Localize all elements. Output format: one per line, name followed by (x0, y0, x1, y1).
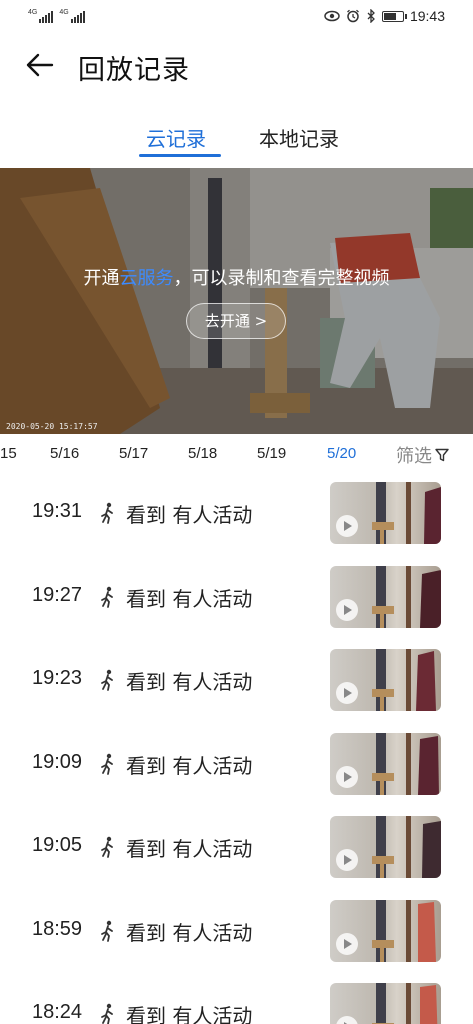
activate-service-button[interactable]: 去开通 > (186, 303, 286, 339)
bluetooth-icon (367, 9, 375, 23)
signal-group: 4G 4G (28, 9, 85, 23)
date-item[interactable]: 5/18 (188, 445, 217, 462)
cloud-service-message: 开通云服务，可以录制和查看完整视频 (0, 264, 473, 290)
event-time: 19:23 (32, 667, 83, 689)
event-row[interactable]: 19:27 看到 有人活动 (0, 566, 473, 630)
status-icons: 19:43 (324, 8, 445, 24)
message-prefix: 开通 (83, 268, 120, 289)
person-walking-icon (101, 920, 113, 942)
event-description: 看到 有人活动 (126, 1004, 253, 1024)
event-time: 18:59 (32, 918, 83, 940)
play-icon (336, 682, 358, 704)
event-thumbnail[interactable] (330, 900, 441, 962)
network-type: 4G (59, 9, 69, 16)
battery-icon (381, 10, 407, 22)
event-row[interactable]: 19:31 看到 有人活动 (0, 482, 473, 546)
event-row[interactable]: 19:05 看到 有人活动 (0, 816, 473, 880)
active-tab-indicator (139, 154, 221, 157)
event-description: 看到 有人活动 (126, 754, 253, 778)
event-description: 看到 有人活动 (126, 921, 253, 945)
date-item[interactable]: 5/17 (119, 445, 148, 462)
person-walking-icon (101, 1003, 113, 1024)
event-thumbnail[interactable] (330, 983, 441, 1024)
signal-strength-icon: 4G (28, 9, 54, 23)
event-row[interactable]: 19:09 看到 有人活动 (0, 733, 473, 797)
video-dim-overlay (0, 168, 473, 434)
date-item[interactable]: 15 (0, 445, 17, 462)
event-time: 19:09 (32, 751, 83, 773)
event-thumbnail[interactable] (330, 733, 441, 795)
event-thumbnail[interactable] (330, 649, 441, 711)
filter-button[interactable]: 筛选 (396, 442, 449, 468)
signal-strength-icon: 4G (59, 9, 85, 23)
status-bar: 4G 4G 19:43 (0, 0, 473, 34)
event-description: 看到 有人活动 (126, 670, 253, 694)
app-header: 回放记录 (0, 40, 473, 90)
play-icon (336, 599, 358, 621)
event-time: 19:05 (32, 834, 83, 856)
playback-records-screen: 4G 4G 19:43 回放记录 云记录 本地记录 开通云服务，可以录制和查看完… (0, 0, 473, 1024)
event-thumbnail[interactable] (330, 566, 441, 628)
event-row[interactable]: 18:59 看到 有人活动 (0, 900, 473, 964)
person-walking-icon (101, 586, 113, 608)
event-time: 19:27 (32, 584, 83, 606)
event-description: 看到 有人活动 (126, 503, 253, 527)
tab-cloud-records[interactable]: 云记录 (146, 123, 206, 152)
network-type: 4G (28, 9, 38, 16)
tab-local-records[interactable]: 本地记录 (259, 123, 339, 152)
play-icon (336, 766, 358, 788)
message-suffix: ，可以录制和查看完整视频 (173, 268, 390, 289)
clock: 19:43 (409, 8, 445, 24)
cloud-service-video-banner: 开通云服务，可以录制和查看完整视频 去开通 > 2020-05-20 15:17… (0, 168, 473, 434)
event-row[interactable]: 18:24 看到 有人活动 (0, 983, 473, 1024)
video-timestamp: 2020-05-20 15:17:57 (6, 422, 98, 431)
play-icon (336, 849, 358, 871)
eye-icon (324, 10, 340, 22)
alarm-icon (347, 9, 359, 23)
event-row[interactable]: 19:23 看到 有人活动 (0, 649, 473, 713)
person-walking-icon (101, 836, 113, 858)
back-arrow-icon[interactable] (24, 50, 56, 80)
date-item[interactable]: 5/16 (50, 445, 79, 462)
event-description: 看到 有人活动 (126, 837, 253, 861)
person-walking-icon (101, 669, 113, 691)
event-thumbnail[interactable] (330, 482, 441, 544)
page-title: 回放记录 (78, 55, 190, 86)
event-description: 看到 有人活动 (126, 587, 253, 611)
person-walking-icon (101, 502, 113, 524)
event-time: 19:31 (32, 500, 83, 522)
person-walking-icon (101, 753, 113, 775)
record-tabs: 云记录 本地记录 (0, 118, 473, 162)
play-icon (336, 933, 358, 955)
event-time: 18:24 (32, 1001, 83, 1023)
filter-label: 筛选 (396, 446, 432, 467)
play-icon (336, 515, 358, 537)
date-item[interactable]: 5/19 (257, 445, 286, 462)
date-item-selected[interactable]: 5/20 (327, 445, 356, 462)
cloud-service-link[interactable]: 云服务 (120, 268, 174, 289)
event-thumbnail[interactable] (330, 816, 441, 878)
date-selector: 15 5/16 5/17 5/18 5/19 5/20 筛选 (0, 436, 473, 472)
filter-funnel-icon (435, 448, 449, 462)
